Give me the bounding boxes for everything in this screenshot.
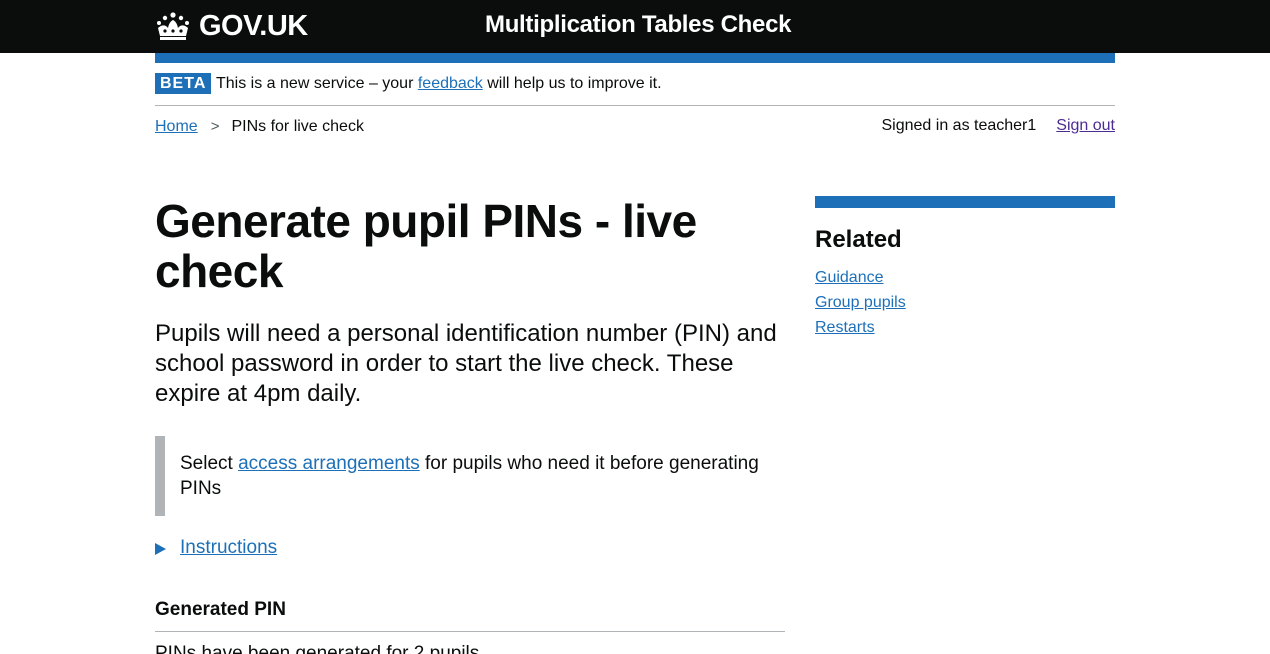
group-pupils-link[interactable]: Group pupils [815, 294, 906, 311]
signed-in-text: Signed in as teacher1 [881, 117, 1037, 134]
access-arrangements-link[interactable]: access arrangements [238, 453, 420, 474]
sign-out-link[interactable]: Sign out [1056, 116, 1115, 136]
header-blue-bar [155, 53, 1115, 63]
generated-pin-heading: Generated PIN [155, 599, 286, 620]
related-item-group-pupils: Group pupils [815, 292, 906, 317]
govuk-logo-link[interactable]: GOV.UK [155, 9, 308, 43]
instructions-details[interactable]: Instructions [155, 535, 277, 560]
crown-icon [157, 12, 189, 40]
phase-banner-text: This is a new service – your feedback wi… [216, 74, 662, 94]
beta-tag: BETA [155, 73, 212, 94]
related-heading: Related [815, 226, 902, 253]
generated-pins-text: PINs have been generated for 2 pupils [155, 643, 480, 654]
related-top-bar [815, 196, 1115, 208]
user-status: Signed in as teacher1 Sign out [882, 116, 1116, 136]
phase-banner: BETA This is a new service – your feedba… [155, 73, 1115, 106]
lead-paragraph: Pupils will need a personal identificati… [155, 320, 777, 407]
phase-text-before: This is a new service – your [216, 75, 418, 92]
breadcrumb-home-link[interactable]: Home [155, 117, 198, 137]
related-links-list: Guidance Group pupils Restarts [815, 267, 906, 342]
guidance-link[interactable]: Guidance [815, 269, 884, 286]
breadcrumb: Home > PINs for live check [155, 117, 364, 137]
inset-text: Select access arrangements for pupils wh… [155, 436, 785, 516]
related-item-restarts: Restarts [815, 317, 906, 342]
instructions-summary-link[interactable]: Instructions [180, 535, 277, 560]
site-header: GOV.UK Multiplication Tables Check [0, 0, 1270, 53]
section-divider [155, 631, 785, 632]
breadcrumb-current: PINs for live check [231, 118, 364, 135]
service-name-link[interactable]: Multiplication Tables Check [485, 11, 791, 39]
breadcrumb-separator-icon: > [210, 118, 220, 135]
page-title: Generate pupil PINs - live check [155, 195, 697, 297]
expand-triangle-icon [155, 542, 166, 555]
govuk-logo-text: GOV.UK [199, 9, 308, 42]
restarts-link[interactable]: Restarts [815, 319, 875, 336]
related-item-guidance: Guidance [815, 267, 906, 292]
feedback-link[interactable]: feedback [418, 75, 483, 92]
phase-text-after: will help us to improve it. [482, 75, 662, 92]
inset-text-before: Select [180, 453, 239, 474]
